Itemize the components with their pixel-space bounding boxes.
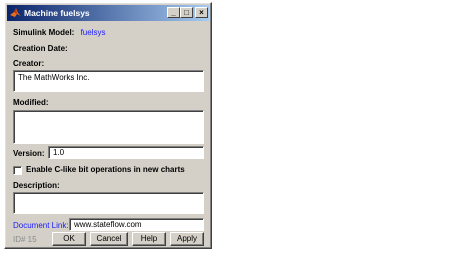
machine-properties-dialog: Machine fuelsys _ □ × Simulink Model: fu… (4, 2, 212, 249)
version-field[interactable]: 1.0 (48, 146, 204, 159)
modified-label: Modified: (13, 98, 49, 107)
title-bar[interactable]: Machine fuelsys _ □ × (7, 5, 209, 21)
version-label: Version: (13, 149, 45, 158)
minimize-button[interactable]: _ (167, 7, 180, 18)
cancel-button[interactable]: Cancel (90, 232, 128, 246)
document-link-label[interactable]: Document Link: (13, 221, 69, 230)
simulink-model-label: Simulink Model: (13, 28, 75, 37)
simulink-model-link[interactable]: fuelsys (81, 28, 106, 37)
maximize-button[interactable]: □ (180, 7, 193, 18)
apply-button[interactable]: Apply (170, 232, 204, 246)
creator-label: Creator: (13, 59, 45, 68)
description-field[interactable] (13, 192, 204, 214)
ok-button[interactable]: OK (52, 232, 86, 246)
matlab-logo-icon (10, 7, 21, 18)
document-link-field[interactable]: www.stateflow.com (69, 218, 204, 231)
id-label: ID# 15 (13, 235, 37, 244)
close-button[interactable]: × (195, 7, 208, 18)
modified-field[interactable] (13, 110, 204, 144)
creation-date-label: Creation Date: (13, 44, 68, 53)
c-bit-ops-checkbox[interactable] (13, 166, 22, 175)
creator-field[interactable]: The MathWorks Inc. (13, 70, 204, 92)
c-bit-ops-label[interactable]: Enable C-like bit operations in new char… (26, 165, 185, 174)
help-button[interactable]: Help (132, 232, 166, 246)
description-label: Description: (13, 181, 60, 190)
simulink-model-row: Simulink Model: fuelsys (13, 28, 105, 37)
window-title: Machine fuelsys (24, 8, 90, 18)
